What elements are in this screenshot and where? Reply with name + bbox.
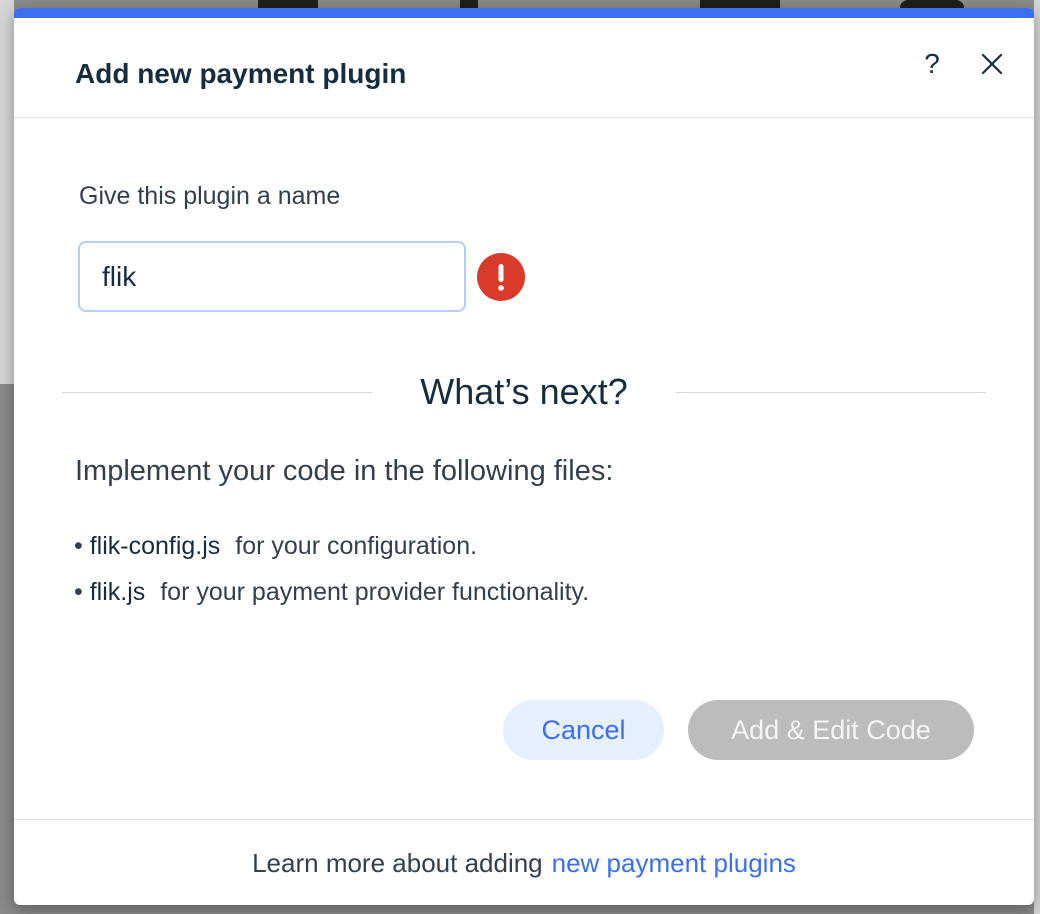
divider-line-left [62,391,373,393]
bullet: • [74,532,83,560]
file-name: flik.js [89,578,146,606]
dialog-body: Give this plugin a name What’s next? Imp… [14,118,1034,818]
background-page-fragment [0,0,14,384]
close-button[interactable] [972,44,1012,84]
whats-next-divider: What’s next? [62,368,987,416]
dialog-title: Add new payment plugin [75,58,407,89]
whats-next-heading: What’s next? [420,371,628,412]
add-edit-code-button[interactable]: Add & Edit Code [688,700,974,760]
background-page-fragment [258,0,318,8]
file-list-item: • flik.js for your payment provider func… [74,569,589,615]
dialog-header: Add new payment plugin ? [14,18,1034,118]
plugin-name-label: Give this plugin a name [79,182,341,210]
learn-more-link[interactable]: new payment plugins [552,848,796,879]
help-icon: ? [924,48,940,79]
close-icon [981,53,1003,75]
file-list: • flik-config.js for your configuration.… [74,523,589,615]
error-icon [477,253,525,301]
dialog-footer: Learn more about adding new payment plug… [14,819,1034,905]
cancel-button[interactable]: Cancel [503,700,664,760]
background-page-fragment [700,0,780,8]
file-name: flik-config.js [89,532,221,560]
background-page-fragment [1034,0,1040,914]
footer-text: Learn more about adding [252,847,543,878]
file-list-item: • flik-config.js for your configuration. [74,523,589,569]
file-description: for your payment provider functionality. [160,578,590,606]
background-page-fragment [460,0,478,8]
divider-line-right [675,391,987,393]
implementation-instructions: Implement your code in the following fil… [75,455,614,487]
add-payment-plugin-dialog: Add new payment plugin ? Give this plugi… [14,8,1034,905]
help-button[interactable]: ? [912,44,952,84]
background-page-fragment [900,0,964,8]
bullet: • [74,578,83,606]
file-description: for your configuration. [235,532,478,560]
dialog-accent-bar [14,8,1034,18]
plugin-name-input[interactable] [78,241,466,312]
